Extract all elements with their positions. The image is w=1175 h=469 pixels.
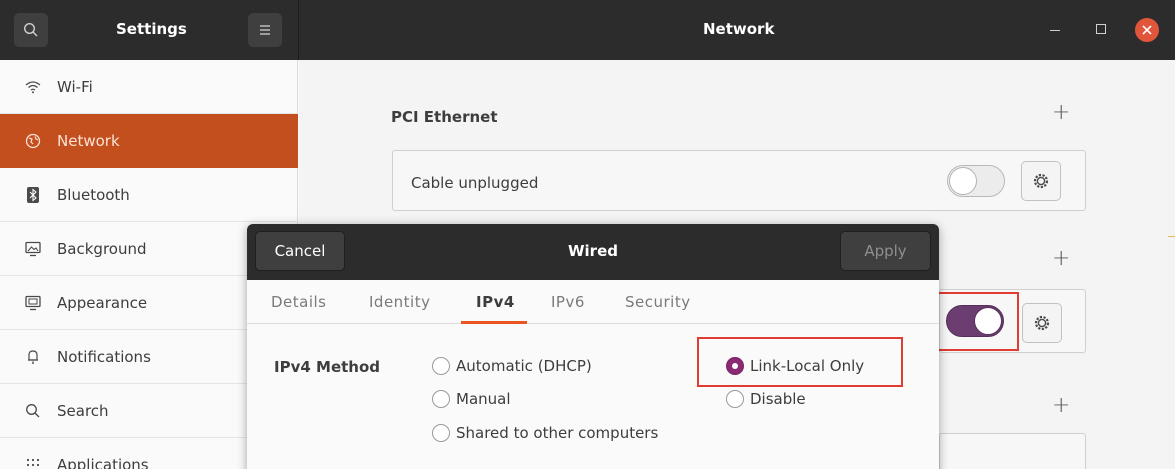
bell-icon: [23, 347, 43, 367]
network-globe-icon: [23, 131, 43, 151]
minimize-icon[interactable]: [1050, 30, 1060, 31]
ipv4-method-label: IPv4 Method: [274, 358, 381, 376]
dialog-header: Cancel Wired Apply: [247, 224, 939, 280]
pci-ethernet-switch[interactable]: [947, 165, 1005, 197]
sidebar-item-label: Wi-Fi: [57, 77, 93, 96]
connection-status: Cable unplugged: [411, 174, 539, 192]
hamburger-menu-icon: [260, 25, 270, 35]
sidebar-item-label: Appearance: [57, 293, 148, 312]
menu-button[interactable]: [248, 13, 282, 47]
close-button[interactable]: [1135, 18, 1159, 42]
wired-dialog: Cancel Wired Apply Details Identity IPv4…: [247, 224, 939, 469]
highlight-link-local-box: [697, 337, 903, 387]
tab-ipv6[interactable]: IPv6: [551, 293, 585, 311]
pci-ethernet-card: Cable unplugged: [392, 150, 1086, 211]
add-connection-button[interactable]: +: [1052, 246, 1070, 271]
third-connection-card: [939, 433, 1086, 469]
sidebar-title: Settings: [116, 20, 187, 38]
sidebar-item-label: Notifications: [57, 347, 151, 366]
radio-disable[interactable]: Disable: [726, 390, 806, 408]
search-icon: [23, 401, 43, 421]
sidebar-item-label: Bluetooth: [57, 185, 130, 204]
search-icon: [23, 22, 38, 37]
background-icon: [23, 239, 43, 259]
pci-ethernet-settings-button[interactable]: [1021, 161, 1061, 201]
sidebar-item-wifi[interactable]: Wi-Fi: [0, 60, 298, 114]
radio-dot: [432, 390, 450, 408]
tab-details[interactable]: Details: [271, 293, 327, 311]
sidebar-item-label: Search: [57, 401, 109, 420]
sidebar-item-label: Network: [57, 132, 120, 150]
close-icon: [1142, 25, 1152, 35]
switch-knob: [949, 167, 977, 195]
gear-icon: [1034, 315, 1050, 331]
pci-ethernet-title: PCI Ethernet: [391, 108, 498, 126]
dialog-title: Wired: [568, 242, 618, 260]
search-button[interactable]: [14, 13, 48, 47]
sidebar-item-network[interactable]: Network: [0, 114, 298, 168]
sidebar-item-bluetooth[interactable]: Bluetooth: [0, 168, 298, 222]
radio-label: Automatic (DHCP): [456, 357, 592, 375]
dialog-tabs: Details Identity IPv4 IPv6 Security: [247, 280, 939, 324]
sidebar-item-label: Applications: [57, 455, 149, 469]
apply-button[interactable]: Apply: [840, 231, 931, 271]
add-pci-ethernet-button[interactable]: +: [1052, 100, 1070, 125]
apps-grid-icon: [23, 455, 43, 469]
tab-identity[interactable]: Identity: [369, 293, 431, 311]
header-bar: Settings Network: [0, 0, 1175, 60]
active-tab-indicator: [461, 321, 527, 324]
appearance-icon: [23, 293, 43, 313]
radio-manual[interactable]: Manual: [432, 390, 511, 408]
radio-dot: [432, 357, 450, 375]
radio-dot: [432, 424, 450, 442]
header-separator: [298, 0, 299, 60]
radio-label: Shared to other computers: [456, 424, 659, 442]
maximize-icon[interactable]: [1096, 24, 1106, 34]
main-title: Network: [703, 20, 775, 38]
wifi-icon: [23, 77, 43, 97]
radio-label: Manual: [456, 390, 511, 408]
sidebar-item-label: Background: [57, 239, 147, 258]
tab-security[interactable]: Security: [625, 293, 691, 311]
bluetooth-icon: [23, 185, 43, 205]
gear-icon: [1033, 173, 1049, 189]
radio-automatic-dhcp[interactable]: Automatic (DHCP): [432, 357, 592, 375]
wired-connection-settings-button[interactable]: [1022, 303, 1062, 343]
edge-mark: [1168, 236, 1175, 237]
highlight-switch-box: [937, 292, 1019, 351]
tab-ipv4[interactable]: IPv4: [476, 293, 515, 311]
radio-label: Disable: [750, 390, 806, 408]
radio-shared[interactable]: Shared to other computers: [432, 424, 658, 442]
radio-dot: [726, 390, 744, 408]
add-vpn-button[interactable]: +: [1052, 393, 1070, 418]
